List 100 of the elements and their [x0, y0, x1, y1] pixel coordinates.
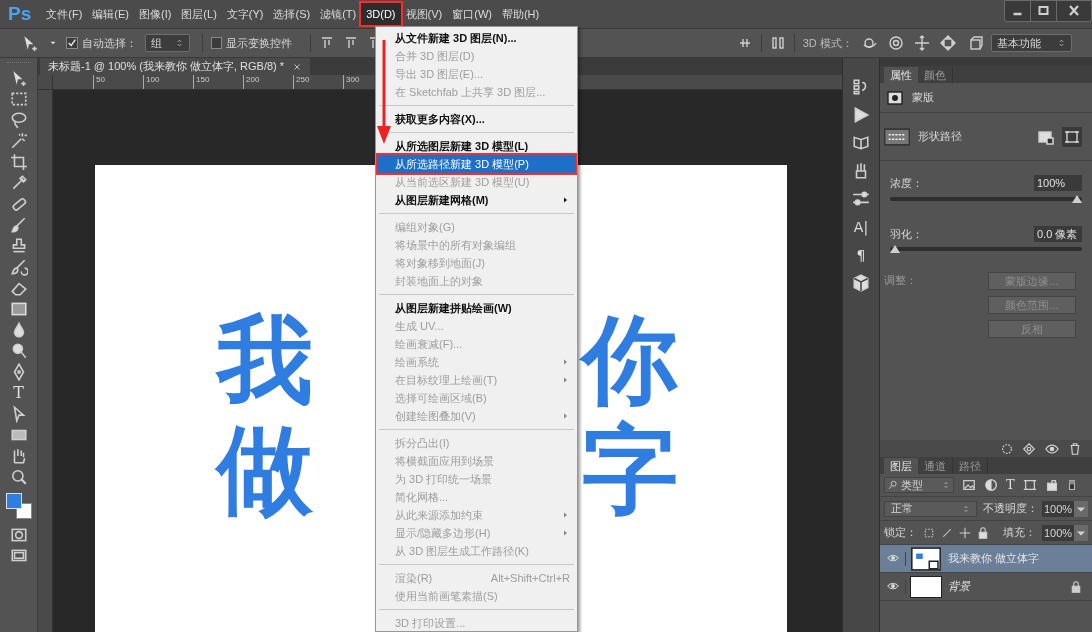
updown-icon[interactable]: [174, 37, 184, 49]
sliders-icon[interactable]: [852, 190, 870, 208]
close-icon[interactable]: [292, 61, 303, 72]
mask-icon[interactable]: [9, 526, 28, 544]
menu-title[interactable]: 帮助(H): [496, 3, 545, 25]
paragraph-panel-button[interactable]: ¶: [856, 246, 866, 264]
panel-tab[interactable]: 路径: [953, 458, 988, 474]
checkbox[interactable]: [210, 37, 222, 49]
pan-icon[interactable]: [912, 35, 931, 51]
updown-icon[interactable]: [1057, 37, 1066, 49]
color-swatches[interactable]: [5, 493, 32, 519]
panel-tab[interactable]: 颜色: [918, 67, 953, 83]
vector-mask-icon[interactable]: [1062, 126, 1082, 147]
apply-mask-icon[interactable]: [1022, 441, 1036, 456]
menu-item[interactable]: 从所选图层新建 3D 模型(L): [377, 137, 576, 155]
lasso-icon[interactable]: [9, 111, 28, 129]
menu-item[interactable]: 获取更多内容(X)...: [377, 110, 576, 128]
roll-icon[interactable]: [886, 35, 905, 51]
gradient-icon[interactable]: [9, 300, 28, 318]
checkbox-label: 显示变换控件: [225, 35, 292, 51]
checkbox[interactable]: [66, 37, 78, 49]
panel-tab[interactable]: 图层: [884, 458, 918, 474]
app-logo: Ps: [8, 1, 32, 26]
vector-mask-thumbnail-icon[interactable]: [884, 127, 910, 146]
ruler-label: 250: [293, 75, 343, 89]
dropdown[interactable]: 组: [145, 34, 190, 52]
shape-filter-icon[interactable]: [1022, 478, 1037, 492]
layer-name: 背景: [948, 579, 972, 595]
type-filter-button[interactable]: T: [1006, 475, 1015, 495]
lock-transparency-icon[interactable]: [923, 526, 935, 539]
slide-icon[interactable]: [938, 35, 957, 51]
slider-label: 浓度：: [890, 176, 923, 191]
lock-pixels-icon[interactable]: [941, 526, 953, 539]
slider-label: 羽化：: [890, 226, 923, 242]
checkbox-label: 自动选择：: [82, 35, 137, 51]
add-mask-icon[interactable]: [1038, 128, 1054, 145]
menu-title[interactable]: 滤镜(T): [315, 3, 362, 25]
field-label: 填充：: [1003, 525, 1036, 541]
search-icon[interactable]: [888, 480, 898, 490]
selection-icon[interactable]: [1000, 441, 1014, 456]
menu-title[interactable]: 文字(Y): [221, 3, 269, 25]
caret-icon[interactable]: [1074, 524, 1088, 541]
filter-dropdown[interactable]: 类型: [884, 477, 954, 493]
brush-icon[interactable]: [9, 216, 28, 234]
text-tool[interactable]: T: [9, 384, 28, 402]
menu-title[interactable]: 视图(V): [400, 3, 448, 25]
menu-item[interactable]: 从所选路径新建 3D 模型(P): [377, 155, 576, 173]
canvas-character: 字: [581, 415, 679, 525]
menu-title[interactable]: 窗口(W): [447, 3, 497, 25]
brush-icon[interactable]: [9, 258, 28, 276]
value-field[interactable]: 0.0 像素: [1034, 225, 1082, 242]
slider-thumb[interactable]: [1072, 194, 1082, 203]
blend-mode-dropdown[interactable]: 正常: [884, 500, 977, 517]
image-icon[interactable]: [962, 478, 976, 492]
mode-label: 3D 模式：: [802, 35, 853, 51]
slider-thumb[interactable]: [890, 245, 900, 253]
layer-thumbnail-icon[interactable]: [910, 546, 942, 571]
menu-item[interactable]: 从文件新建 3D 图层(N)...: [377, 29, 576, 47]
zoom-icon[interactable]: [9, 468, 28, 486]
cube-icon[interactable]: [852, 274, 870, 292]
menu-item[interactable]: 从图层新建网格(M): [377, 191, 576, 209]
lock-icon[interactable]: [977, 526, 989, 539]
trash-icon[interactable]: [1068, 441, 1082, 456]
character-panel-button[interactable]: A|: [853, 218, 869, 236]
crop-icon[interactable]: [9, 153, 28, 171]
dotted-rectangle-icon[interactable]: [9, 90, 28, 108]
layer-row[interactable]: 我来教你 做立体字: [880, 545, 1092, 573]
mask-icon[interactable]: [886, 89, 904, 106]
menu-title[interactable]: 文件(F): [41, 3, 88, 25]
field-label: 不透明度：: [983, 501, 1038, 517]
value-field[interactable]: 100%: [1034, 175, 1082, 192]
panel-tab[interactable]: 通道: [918, 458, 953, 474]
clone-source-icon[interactable]: [852, 134, 870, 152]
distribute-icon[interactable]: [769, 35, 786, 51]
menu-title[interactable]: 3D(D): [361, 3, 401, 25]
adjustment-icon[interactable]: [984, 478, 998, 492]
ruler-label: 150: [193, 75, 243, 89]
field-label: 锁定：: [884, 525, 917, 541]
lock-icon[interactable]: [1070, 580, 1082, 593]
document-tab[interactable]: 未标题-1 @ 100% (我来教你 做立体字, RGB/8) *: [40, 58, 311, 75]
menu-item[interactable]: 从图层新建拼贴绘画(W): [377, 299, 576, 317]
workspace-dropdown[interactable]: 基本功能: [990, 34, 1072, 52]
bandage-icon[interactable]: [9, 195, 28, 213]
filter-toggle-icon[interactable]: [1066, 477, 1077, 493]
wand-icon[interactable]: [9, 132, 28, 150]
menu-title[interactable]: 选择(S): [268, 3, 316, 25]
layer-row[interactable]: 背景: [880, 573, 1092, 601]
layer-name: 我来教你 做立体字: [948, 551, 1041, 567]
menu-title[interactable]: 图像(I): [133, 3, 177, 25]
panel-tab[interactable]: 属性: [884, 67, 918, 83]
shortcut-text: Alt+Shift+Ctrl+R: [490, 570, 570, 586]
play-icon[interactable]: [852, 106, 870, 124]
menu-title[interactable]: 图层(L): [176, 3, 222, 25]
slider[interactable]: [890, 244, 1082, 254]
smart-object-icon[interactable]: [1044, 478, 1059, 492]
panel-label: 蒙版: [912, 90, 934, 106]
eye-icon[interactable]: [1044, 441, 1060, 456]
lock-position-icon[interactable]: [959, 526, 971, 539]
menu-title[interactable]: 编辑(E): [87, 3, 134, 25]
caret-icon[interactable]: [1074, 500, 1088, 517]
